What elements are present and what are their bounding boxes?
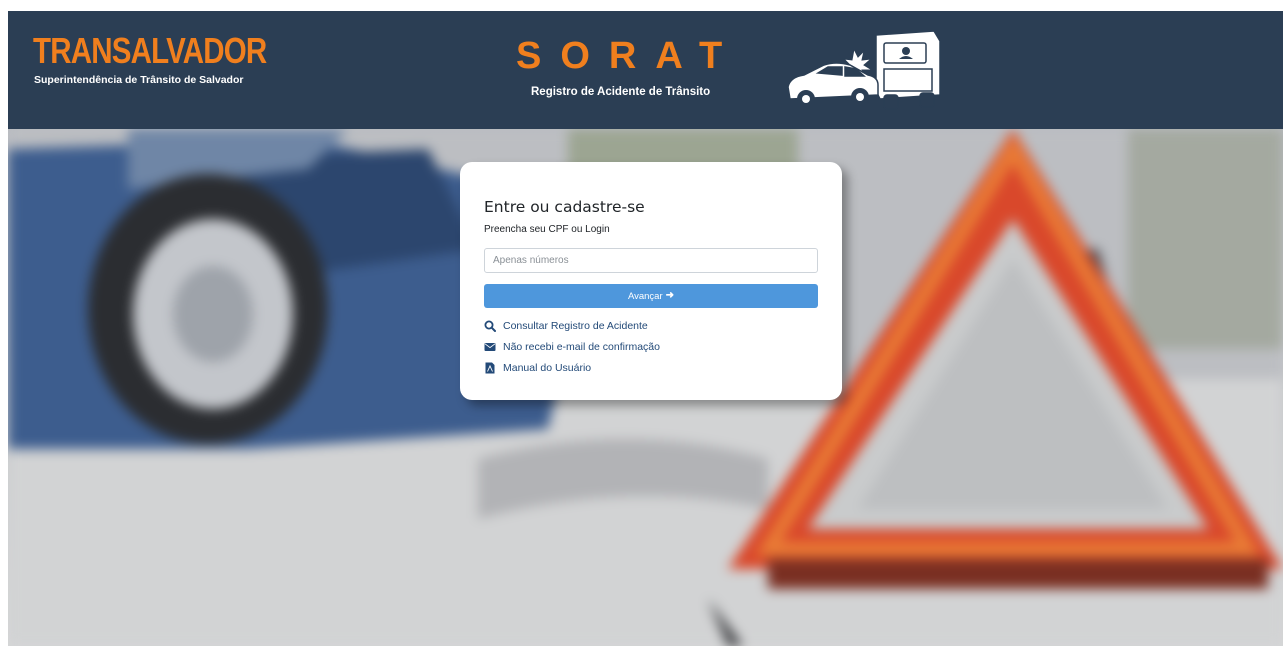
sorat-subtitle: Registro de Acidente de Trânsito — [531, 86, 711, 98]
transalvador-logo: TRANSALVADOR — [33, 30, 267, 71]
link-user-manual[interactable]: Manual do Usuário — [484, 361, 591, 375]
transalvador-subtitle: Superintendência de Trânsito de Salvador — [34, 74, 244, 86]
cpf-input[interactable] — [484, 248, 818, 273]
sorat-logo: SORAT — [516, 35, 742, 77]
link-consult-accident-record[interactable]: Consultar Registro de Acidente — [484, 319, 648, 333]
login-card: Entre ou cadastre-se Preencha seu CPF ou… — [460, 162, 842, 400]
pdf-file-icon — [485, 362, 495, 374]
link-email-not-received[interactable]: Não recebi e-mail de confirmação — [484, 340, 660, 354]
envelope-icon — [484, 343, 496, 351]
car-truck-crash-illustration — [787, 30, 941, 110]
link-email-not-received-label: Não recebi e-mail de confirmação — [503, 341, 660, 353]
advance-button[interactable]: Avançar ➜ — [484, 284, 818, 308]
advance-button-label: Avançar — [627, 290, 663, 302]
header-bar: TRANSALVADOR Superintendência de Trânsit… — [8, 11, 1283, 129]
login-title: Entre ou cadastre-se — [484, 198, 645, 216]
login-subtitle: Preencha seu CPF ou Login — [484, 224, 610, 235]
link-user-manual-label: Manual do Usuário — [503, 362, 592, 374]
arrow-right-icon: ➜ — [665, 290, 675, 301]
link-consult-accident-record-label: Consultar Registro de Acidente — [503, 320, 648, 332]
search-icon — [484, 320, 496, 332]
page-frame: TRANSALVADOR Superintendência de Trânsit… — [8, 11, 1283, 646]
